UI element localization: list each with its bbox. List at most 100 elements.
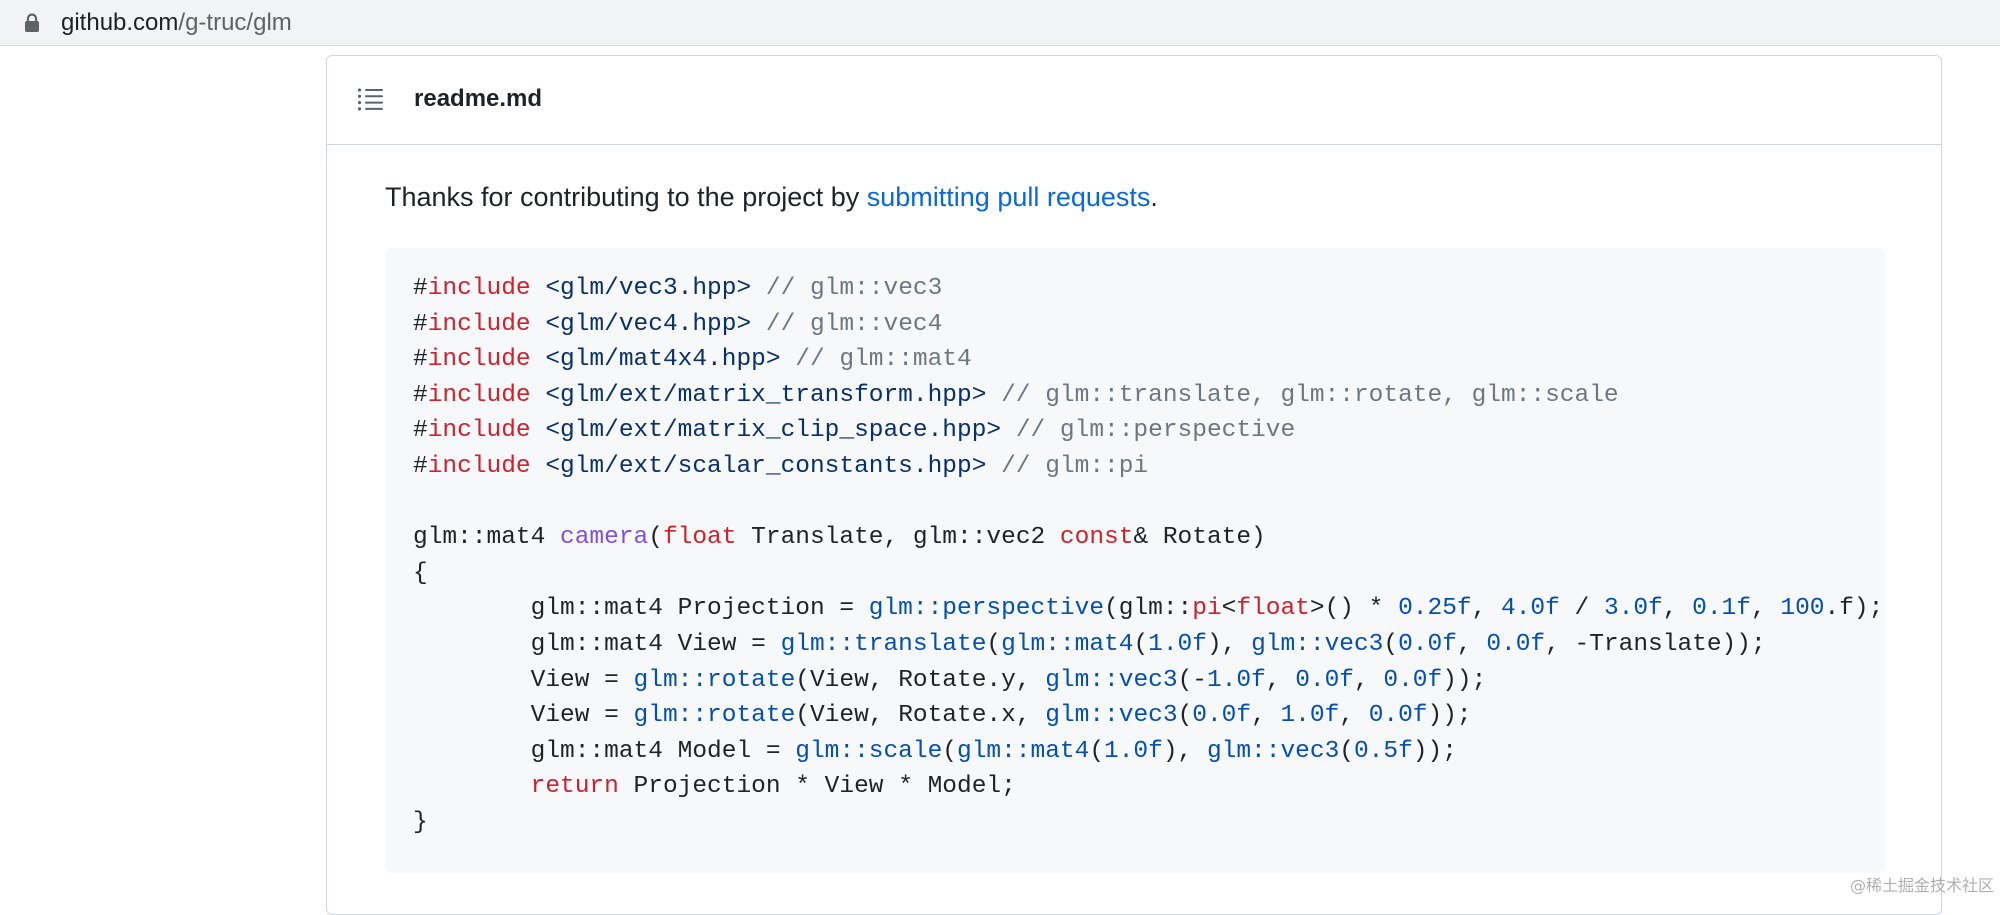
code-token: glm::mat4 Model = xyxy=(413,737,796,765)
code-token: glm::vec3 xyxy=(1045,666,1178,694)
code-line: #include <glm/ext/scalar_constants.hpp> … xyxy=(413,449,1883,485)
code-token: glm::rotate xyxy=(633,666,796,694)
list-unordered-icon[interactable] xyxy=(357,87,383,111)
code-token: glm::mat4 xyxy=(1001,630,1134,658)
code-token: .f); xyxy=(1824,595,1884,623)
intro-text-before: Thanks for contributing to the project b… xyxy=(385,182,867,212)
url-host: github.com xyxy=(61,9,179,36)
code-token: 0.0f xyxy=(1383,666,1443,694)
code-line: glm::mat4 Model = glm::scale(glm::mat4(1… xyxy=(413,734,1883,770)
readme-title[interactable]: readme.md xyxy=(414,83,542,115)
readme-panel: readme.md Thanks for contributing to the… xyxy=(326,55,1942,915)
code-token: 100 xyxy=(1780,595,1825,623)
intro-text-after: . xyxy=(1150,182,1158,212)
code-token: include xyxy=(427,275,531,302)
code-token: 0.1f xyxy=(1692,595,1751,623)
code-token: 4.0f xyxy=(1501,595,1560,623)
code-token: >() * xyxy=(1309,595,1399,623)
code-token: // glm::pi xyxy=(1001,452,1149,480)
code-token: (glm:: xyxy=(1104,595,1193,623)
code-token: <glm/ext/matrix_clip_space.hpp> xyxy=(545,417,1002,445)
code-line: #include <glm/vec4.hpp> // glm::vec4 xyxy=(413,307,1883,343)
code-token: # xyxy=(413,346,428,374)
code-line: #include <glm/ext/matrix_transform.hpp> … xyxy=(413,378,1883,414)
intro-paragraph: Thanks for contributing to the project b… xyxy=(385,179,1158,215)
url-path: /g-truc/glm xyxy=(178,9,292,36)
code-token: / xyxy=(1559,595,1604,623)
code-token: ( xyxy=(648,524,663,552)
code-token: 0.0f xyxy=(1192,702,1252,730)
code-token: glm::vec3 xyxy=(1251,630,1384,658)
code-token: <glm/vec4.hpp> xyxy=(545,310,752,338)
code-token: include xyxy=(427,310,531,338)
code-token: // glm::mat4 xyxy=(795,346,972,374)
code-token: , xyxy=(1471,595,1502,623)
code-token: 1.0f xyxy=(1148,630,1207,658)
code-token: 0.25f xyxy=(1398,595,1472,623)
code-token: <glm/mat4x4.hpp> xyxy=(545,346,781,374)
code-token: glm::rotate xyxy=(633,702,796,730)
code-token: (- xyxy=(1177,666,1207,694)
browser-address-bar[interactable]: github.com/g-truc/glm xyxy=(0,0,2000,46)
code-token: <glm/ext/matrix_transform.hpp> xyxy=(545,381,987,409)
code-token: 0.0f xyxy=(1486,630,1546,658)
code-token: } xyxy=(413,808,428,836)
code-token: # xyxy=(413,275,428,302)
code-token: , -Translate)); xyxy=(1545,630,1766,658)
code-token: , xyxy=(1354,666,1384,694)
code-token: Translate, glm::vec2 xyxy=(736,524,1060,552)
readme-header: readme.md xyxy=(327,56,1941,145)
code-token: ), xyxy=(1162,737,1207,765)
code-token: { xyxy=(413,559,428,587)
code-token: ), xyxy=(1206,630,1252,658)
code-token: camera xyxy=(560,524,649,552)
code-token: )); xyxy=(1442,666,1487,694)
code-token: & Rotate) xyxy=(1133,524,1266,552)
code-token: 3.0f xyxy=(1603,595,1663,623)
code-token: # xyxy=(413,417,428,445)
code-token: include xyxy=(427,452,531,480)
code-token: 0.0f xyxy=(1295,666,1354,694)
url-text[interactable]: github.com/g-truc/glm xyxy=(61,8,292,38)
code-token: // glm::vec4 xyxy=(765,310,943,338)
code-token: , xyxy=(1265,666,1296,694)
code-token: ( xyxy=(1089,737,1105,765)
code-token: float xyxy=(662,524,737,552)
code-token: (View, Rotate.y, xyxy=(795,666,1046,694)
code-token: , xyxy=(1456,630,1487,658)
code-token: return xyxy=(530,773,619,801)
code-token: # xyxy=(413,381,428,409)
pull-requests-link[interactable]: submitting pull requests xyxy=(867,182,1151,212)
code-token: 0.0f xyxy=(1368,702,1428,730)
code-token: <glm/vec3.hpp> xyxy=(545,275,752,302)
code-token: , xyxy=(1339,702,1369,730)
code-token: 0.5f xyxy=(1353,737,1413,765)
code-token: // glm::perspective xyxy=(1015,417,1296,445)
code-token: glm::vec3 xyxy=(1045,702,1178,730)
code-token: )); xyxy=(1412,737,1457,765)
code-token: glm::vec3 xyxy=(1206,737,1340,765)
code-token: View = xyxy=(413,666,634,694)
code-token: , xyxy=(1662,595,1693,623)
code-token: include xyxy=(427,381,531,409)
code-line: glm::mat4 Projection = glm::perspective(… xyxy=(413,591,1884,627)
code-block: #include <glm/vec3.hpp> // glm::vec3 #inc… xyxy=(385,248,1885,873)
code-token: glm::mat4 Projection = xyxy=(413,595,869,623)
code-token: <glm/ext/scalar_constants.hpp> xyxy=(545,452,987,480)
code-token: ( xyxy=(1177,702,1193,730)
code-line: return Projection * View * Model; xyxy=(413,769,1883,805)
code-token: )); xyxy=(1427,702,1472,730)
code-line: #include <glm/ext/matrix_clip_space.hpp>… xyxy=(413,413,1883,449)
